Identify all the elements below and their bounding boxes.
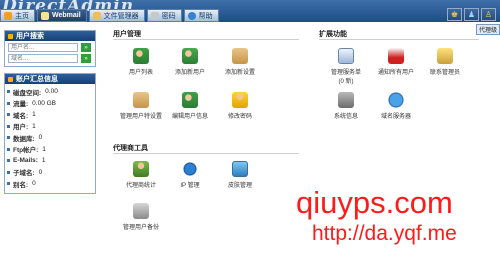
- user-list-icon: [133, 48, 149, 64]
- stat-subdomains: 子域名: 0: [7, 167, 93, 179]
- divider: [113, 39, 299, 40]
- key-icon: [150, 11, 159, 20]
- watermark-primary: qiuyps.com: [296, 185, 453, 220]
- notify-users-icon: [388, 48, 404, 64]
- main-nav: 主页 Webmail 文件管理器 密码 帮助: [0, 9, 221, 22]
- user-level-icon[interactable]: ♙: [481, 8, 496, 21]
- admin-level-icon[interactable]: ♚: [447, 8, 462, 21]
- folder-icon: [92, 11, 101, 20]
- search-domain-row: »: [5, 52, 95, 66]
- contact-admin-icon: [437, 48, 453, 64]
- nav-password[interactable]: 密码: [146, 9, 182, 22]
- nav-webmail[interactable]: Webmail: [37, 9, 87, 22]
- stat-ftp: Ftp帐户: 1: [7, 144, 93, 156]
- add-package-link[interactable]: 添加新设置: [210, 48, 270, 76]
- user-backup-icon: [133, 203, 149, 219]
- skin-manager-icon: [232, 161, 248, 177]
- change-password-link[interactable]: 修改密码: [210, 92, 270, 120]
- account-summary-title: 账户汇总信息: [16, 76, 58, 83]
- divider: [319, 39, 479, 40]
- stat-emails: E-Mails: 1: [7, 155, 93, 167]
- nav-password-label: 密码: [161, 12, 176, 20]
- nav-help-label: 帮助: [198, 12, 213, 20]
- user-management-title: 用户管理: [113, 31, 141, 38]
- nav-home[interactable]: 主页: [0, 9, 35, 22]
- stat-aliases: 别名: 0: [7, 178, 93, 190]
- mail-icon: [41, 11, 49, 20]
- stats-list: 磁盘空间: 0.00 流量: 0.00 GB 域名: 1 用户: 1 数据库: 0 Ftp…: [5, 84, 95, 193]
- system-info-icon: [338, 92, 354, 108]
- nav-home-label: 主页: [15, 12, 29, 20]
- user-search-box: 用户搜索 » »: [4, 30, 96, 67]
- search-user-row: »: [5, 41, 95, 52]
- stat-users: 用户: 1: [7, 121, 93, 133]
- stat-disk: 磁盘空间: 0.00: [7, 86, 93, 98]
- edit-user-message-icon: [182, 92, 198, 108]
- user-backups-link[interactable]: 管理用户备份: [111, 203, 171, 231]
- skin-manager-link[interactable]: 皮肤管理: [210, 161, 270, 189]
- account-summary-title-bar: 账户汇总信息: [5, 74, 95, 84]
- sidebar: 用户搜索 » » 账户汇总信息 磁盘空间:0.00 流量:0.00 GB 域名:…: [4, 30, 96, 200]
- stat-bandwidth: 流量: 0.00 GB: [7, 98, 93, 110]
- watermark-secondary: http://da.yqf.me: [312, 222, 457, 245]
- search-domain-input[interactable]: [8, 54, 78, 63]
- name-servers-link[interactable]: 域名服务器: [366, 92, 426, 120]
- nav-webmail-label: Webmail: [52, 12, 81, 19]
- stat-databases: 数据库: 0: [7, 132, 93, 144]
- nav-file-manager-label: 文件管理器: [103, 12, 139, 20]
- level-tooltip: 代理级: [475, 24, 500, 35]
- level-switcher: ♚ ♟ ♙: [445, 8, 496, 21]
- add-user-icon: [182, 48, 198, 64]
- reseller-stats-icon: [133, 161, 149, 177]
- divider: [113, 153, 299, 154]
- reseller-level-icon[interactable]: ♟: [464, 8, 479, 21]
- home-icon: [4, 11, 12, 20]
- name-server-icon: [388, 92, 404, 108]
- add-package-icon: [232, 48, 248, 64]
- top-bar: DirectAdmin 主页 Webmail 文件管理器 密码 帮助 ♚ ♟ ♙: [0, 0, 500, 22]
- ip-management-icon: [182, 161, 198, 177]
- manage-packages-icon: [133, 92, 149, 108]
- title-bullet-icon: [8, 33, 13, 39]
- nav-help[interactable]: 帮助: [183, 9, 219, 22]
- nav-file-manager[interactable]: 文件管理器: [88, 9, 145, 22]
- help-icon: [187, 11, 196, 20]
- change-password-icon: [232, 92, 248, 108]
- stat-domains: 域名: 1: [7, 109, 93, 121]
- reseller-tools-title: 代理商工具: [113, 145, 148, 152]
- search-user-go-button[interactable]: »: [81, 43, 91, 52]
- ticket-icon: [338, 48, 354, 64]
- extra-features-title: 扩展功能: [319, 31, 347, 38]
- title-bullet-icon: [8, 76, 13, 82]
- search-user-input[interactable]: [8, 43, 78, 52]
- user-search-title: 用户搜索: [16, 33, 44, 40]
- user-search-title-bar: 用户搜索: [5, 31, 95, 41]
- account-summary-box: 账户汇总信息 磁盘空间: 0.00 流量: 0.00 GB 域名: 1 用户: 1 数据…: [4, 73, 96, 194]
- contact-admin-link[interactable]: 联系管理员: [415, 48, 475, 76]
- search-domain-go-button[interactable]: »: [81, 54, 91, 63]
